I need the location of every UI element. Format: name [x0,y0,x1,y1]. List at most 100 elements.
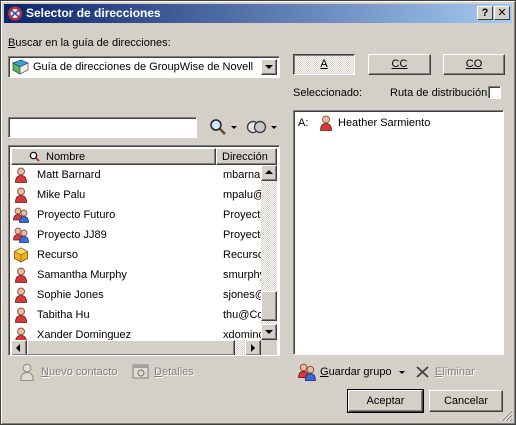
user-icon [13,187,29,203]
name-column-header[interactable]: Nombre [11,148,216,165]
recipient-type: A: [298,117,309,129]
ok-button[interactable]: Aceptar [347,389,424,413]
cc-button[interactable]: CC [368,54,431,75]
selected-recipients-list[interactable]: A: Heather Sarmiento [293,110,504,355]
to-button[interactable]: A [293,54,355,75]
contact-name: Sophie Jones [37,289,104,301]
contact-row[interactable]: Sophie Jones sjones@ [11,285,261,305]
name-column-label: Nombre [46,151,86,163]
contact-address: Proyecto [223,209,261,221]
arrow-up-icon [265,170,273,174]
window-title: Selector de direcciones [26,6,161,20]
selected-recipient-row[interactable]: A: Heather Sarmiento [296,115,501,133]
filter-icon [246,120,267,134]
filter-options-button[interactable] [246,118,280,136]
magnifier-icon [210,119,226,135]
search-icon [29,151,40,162]
new-contact-label: Nuevo contacto [41,366,118,378]
contact-row[interactable]: Xander Dominguez xdominc [11,325,261,340]
search-options-button[interactable] [209,118,239,136]
arrow-left-icon [16,344,20,352]
selected-label: Seleccionado: [293,87,363,99]
chevron-down-icon [265,65,273,69]
contact-address: mbarnard [223,169,261,181]
contact-address: xdominc [223,329,261,340]
address-book-app-icon [8,6,22,21]
chevron-down-icon [399,371,405,374]
contact-address: Recurso [223,249,261,261]
new-contact-icon [20,363,34,381]
user-icon [13,267,29,283]
delete-icon [416,366,429,378]
horizontal-scroll-thumb[interactable] [27,340,235,355]
contact-name: Tabitha Hu [37,309,90,321]
contact-row[interactable]: Mike Palu mpalu@ [11,185,261,205]
contact-name: Proyecto JJ89 [37,229,107,241]
details-button[interactable]: Detalles [132,363,196,381]
group-icon [13,207,29,223]
bcc-button[interactable]: CO [443,54,505,75]
details-label: Detalles [154,366,194,378]
scroll-right-button[interactable] [245,340,261,355]
help-button[interactable]: ? [477,6,493,20]
contact-row[interactable]: Proyecto JJ89 Proyecto [11,225,261,245]
group-icon [298,363,316,381]
contact-address: Proyecto [223,229,261,241]
address-book-dropdown[interactable]: Guía de direcciones de GroupWise de Nove… [8,56,280,78]
contacts-horizontal-scrollbar[interactable] [11,340,261,355]
arrow-down-icon [265,330,273,334]
contact-row[interactable]: Proyecto Futuro Proyecto [11,205,261,225]
resize-grip-icon[interactable] [500,409,513,422]
contact-address: thu@Co [223,309,261,321]
scroll-down-button[interactable] [261,324,277,340]
arrow-right-icon [251,344,255,352]
contact-address: smurphy [223,269,261,281]
contact-row[interactable]: Recurso Recurso [11,245,261,265]
user-icon [318,115,334,131]
address-column-label: Dirección [222,151,268,163]
scrollbar-corner [261,340,277,355]
user-icon [13,307,29,323]
contact-row[interactable]: Samantha Murphy smurphy [11,265,261,285]
contact-row[interactable]: Matt Barnard mbarnard [11,165,261,185]
address-book-selected: Guía de direcciones de GroupWise de Nove… [33,61,254,73]
distribution-route-checkbox[interactable] [488,86,501,99]
contact-name: Mike Palu [37,189,86,201]
title-bar: Selector de direcciones ? ✕ [4,4,512,23]
group-icon [13,227,29,243]
user-icon [13,287,29,303]
contacts-list-header: Nombre Dirección [11,148,277,165]
book-icon [12,59,29,75]
contact-row[interactable]: Tabitha Hu thu@Co [11,305,261,325]
chevron-down-icon [271,126,277,129]
search-field[interactable] [8,117,197,138]
search-address-book-label: Buscar en la guía de direcciones: [8,37,171,49]
scroll-up-button[interactable] [261,165,277,181]
close-button[interactable]: ✕ [494,6,510,20]
chevron-down-icon [231,126,237,129]
search-input[interactable] [11,120,192,135]
contact-name: Xander Dominguez [37,329,132,340]
contact-name: Samantha Murphy [37,269,127,281]
save-group-label: Guardar grupo [320,366,392,378]
cancel-button[interactable]: Cancelar [429,390,503,412]
new-contact-button[interactable]: Nuevo contacto [18,363,121,381]
save-group-button[interactable]: Guardar grupo [298,363,410,381]
user-icon [13,327,29,340]
address-selector-dialog: Selector de direcciones ? ✕ Buscar en la… [0,0,516,425]
contact-address: sjones@ [223,289,261,301]
details-icon [132,364,149,379]
resource-icon [13,247,29,263]
recipient-name: Heather Sarmiento [338,117,431,129]
contact-name: Proyecto Futuro [37,209,116,221]
contact-name: Recurso [37,249,78,261]
scroll-left-button[interactable] [11,340,27,355]
vertical-scroll-thumb[interactable] [261,291,277,321]
contacts-vertical-scrollbar[interactable] [261,165,277,340]
contact-name: Matt Barnard [37,169,101,181]
address-book-dropdown-button[interactable] [261,59,277,75]
remove-button[interactable]: Eliminar [416,363,478,381]
contacts-list[interactable]: Nombre Dirección Matt Barnard mbarnard Mik… [8,145,280,356]
distribution-route-label: Ruta de distribución [390,87,488,99]
address-column-header[interactable]: Dirección [216,148,277,165]
